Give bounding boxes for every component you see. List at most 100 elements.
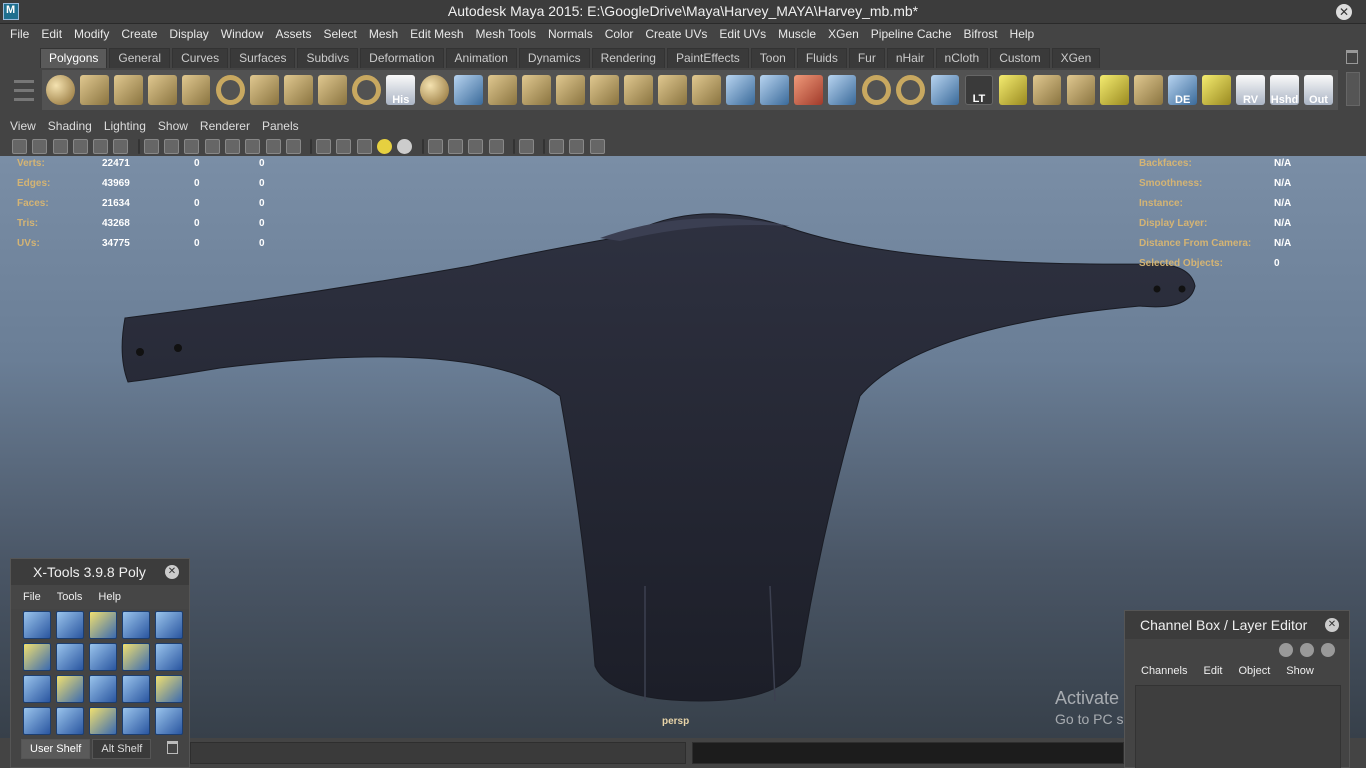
poly-pipe-icon[interactable] xyxy=(284,75,313,105)
menu-color[interactable]: Color xyxy=(599,27,640,41)
append-icon[interactable] xyxy=(624,75,653,105)
offset-edge-icon[interactable] xyxy=(725,75,755,105)
xtools-tool-15-icon[interactable] xyxy=(155,675,183,703)
xtools-tab-alt-shelf[interactable]: Alt Shelf xyxy=(92,739,152,759)
shelf-tab-rendering[interactable]: Rendering xyxy=(591,48,665,68)
menu-mesh[interactable]: Mesh xyxy=(363,27,404,41)
viewport-tool-22-icon[interactable] xyxy=(427,138,443,154)
poly-sphere-icon[interactable] xyxy=(46,75,75,105)
de-icon[interactable]: DE xyxy=(1168,75,1198,106)
shelf-tab-fluids[interactable]: Fluids xyxy=(796,48,847,68)
viewport-tool-23-icon[interactable] xyxy=(447,138,463,154)
viewport-tool-18-icon[interactable] xyxy=(356,138,372,154)
poly-torus-icon[interactable] xyxy=(215,75,245,105)
menu-muscle[interactable]: Muscle xyxy=(772,27,822,41)
shelf-tab-animation[interactable]: Animation xyxy=(445,48,517,68)
shelf-tab-deformation[interactable]: Deformation xyxy=(360,48,444,68)
viewport-tool-14-icon[interactable] xyxy=(285,138,301,154)
viewport-tool-1-icon[interactable] xyxy=(32,138,48,154)
xtools-close-icon[interactable]: ✕ xyxy=(165,565,179,579)
viewport-tool-29-icon[interactable] xyxy=(549,138,565,154)
viewport-tool-24-icon[interactable] xyxy=(468,138,484,154)
out-icon[interactable]: Out xyxy=(1304,75,1333,106)
fill-hole-icon[interactable] xyxy=(759,75,789,105)
panel-menu-panels[interactable]: Panels xyxy=(256,119,305,133)
sculpt-icon[interactable] xyxy=(352,75,382,105)
xtools-tool-11-icon[interactable] xyxy=(23,675,51,703)
menu-normals[interactable]: Normals xyxy=(542,27,599,41)
shelf-tab-fur[interactable]: Fur xyxy=(848,48,885,68)
viewport-tool-17-icon[interactable] xyxy=(336,138,352,154)
xtools-tool-2-icon[interactable] xyxy=(56,611,84,639)
wireframe-icon[interactable] xyxy=(827,75,857,105)
viewport-tool-27-icon[interactable] xyxy=(518,138,534,154)
viewport-tool-31-icon[interactable] xyxy=(589,138,605,154)
mel-command-input[interactable] xyxy=(190,742,686,764)
viewport-tool-30-icon[interactable] xyxy=(569,138,585,154)
xtools-title[interactable]: X-Tools 3.9.8 Poly xyxy=(11,559,189,585)
insert-edge-loop-icon[interactable] xyxy=(692,75,721,105)
xtools-tool-13-icon[interactable] xyxy=(89,675,117,703)
xtools-tool-10-icon[interactable] xyxy=(155,643,183,671)
menu-edit-uvs[interactable]: Edit UVs xyxy=(713,27,772,41)
viewport-tool-2-icon[interactable] xyxy=(52,138,68,154)
xtools-tool-4-icon[interactable] xyxy=(122,611,150,639)
channel-box-menu-edit[interactable]: Edit xyxy=(1203,665,1222,677)
menu-window[interactable]: Window xyxy=(215,27,270,41)
boolean-icon[interactable] xyxy=(522,75,551,105)
xtools-trash-icon[interactable] xyxy=(167,741,178,754)
viewport-tool-10-icon[interactable] xyxy=(204,138,220,154)
poly-cube-icon[interactable] xyxy=(79,75,109,105)
xtools-tool-14-icon[interactable] xyxy=(122,675,150,703)
uv-auto-icon[interactable] xyxy=(1100,75,1130,105)
rotate-icon[interactable] xyxy=(896,75,926,105)
menu-bifrost[interactable]: Bifrost xyxy=(958,27,1004,41)
menu-mesh-tools[interactable]: Mesh Tools xyxy=(470,27,542,41)
uv-spherical-icon[interactable] xyxy=(1066,75,1096,105)
menu-help[interactable]: Help xyxy=(1004,27,1041,41)
lt-icon[interactable]: LT xyxy=(964,75,994,105)
viewport-tool-12-icon[interactable] xyxy=(245,138,261,154)
xtools-tool-16-icon[interactable] xyxy=(23,707,51,735)
smooth-icon[interactable] xyxy=(488,75,517,105)
xtools-tool-17-icon[interactable] xyxy=(56,707,84,735)
shelf-tab-subdivs[interactable]: Subdivs xyxy=(297,48,359,68)
xtools-tool-18-icon[interactable] xyxy=(89,707,117,735)
viewport-tool-0-icon[interactable] xyxy=(12,138,27,154)
split-icon[interactable] xyxy=(658,75,687,105)
viewport-tool-9-icon[interactable] xyxy=(184,138,200,154)
panel-menu-view[interactable]: View xyxy=(4,119,42,133)
shelf-tab-dynamics[interactable]: Dynamics xyxy=(518,48,590,68)
viewport-tool-20-icon[interactable] xyxy=(397,138,413,154)
channel-box-close-icon[interactable]: ✕ xyxy=(1325,618,1339,632)
shelf-tab-general[interactable]: General xyxy=(109,48,171,68)
xtools-menu-tools[interactable]: Tools xyxy=(57,591,83,603)
channel-box-menu-object[interactable]: Object xyxy=(1238,665,1270,677)
shelf-tab-toon[interactable]: Toon xyxy=(750,48,795,68)
channel-box-title[interactable]: Channel Box / Layer Editor xyxy=(1125,611,1349,639)
axis-icon[interactable] xyxy=(1279,643,1293,657)
poly-pyramid-icon[interactable] xyxy=(250,75,279,105)
viewport-tool-11-icon[interactable] xyxy=(224,138,240,154)
shelf-tab-curves[interactable]: Curves xyxy=(172,48,229,68)
manipulator-icon[interactable] xyxy=(861,75,891,105)
channel-box-body[interactable] xyxy=(1135,685,1341,768)
panel-menu-show[interactable]: Show xyxy=(152,119,194,133)
xtools-tool-7-icon[interactable] xyxy=(56,643,84,671)
menu-display[interactable]: Display xyxy=(163,27,214,41)
shelf-tab-custom[interactable]: Custom xyxy=(990,48,1050,68)
viewport-tool-8-icon[interactable] xyxy=(164,138,180,154)
menu-create[interactable]: Create xyxy=(115,27,163,41)
viewport-tool-5-icon[interactable] xyxy=(113,138,129,154)
xtools-tool-20-icon[interactable] xyxy=(155,707,183,735)
panel-menu-lighting[interactable]: Lighting xyxy=(98,119,152,133)
viewport-tool-7-icon[interactable] xyxy=(143,138,159,154)
rv-icon[interactable]: RV xyxy=(1236,75,1265,106)
menu-pipeline-cache[interactable]: Pipeline Cache xyxy=(865,27,958,41)
xtools-tab-user-shelf[interactable]: User Shelf xyxy=(21,739,91,759)
viewport-tool-3-icon[interactable] xyxy=(72,138,88,154)
xtools-tool-3-icon[interactable] xyxy=(89,611,117,639)
poly-cylinder-icon[interactable] xyxy=(113,75,143,105)
history-icon[interactable]: His xyxy=(386,75,416,106)
shelf-tab-surfaces[interactable]: Surfaces xyxy=(230,48,296,68)
